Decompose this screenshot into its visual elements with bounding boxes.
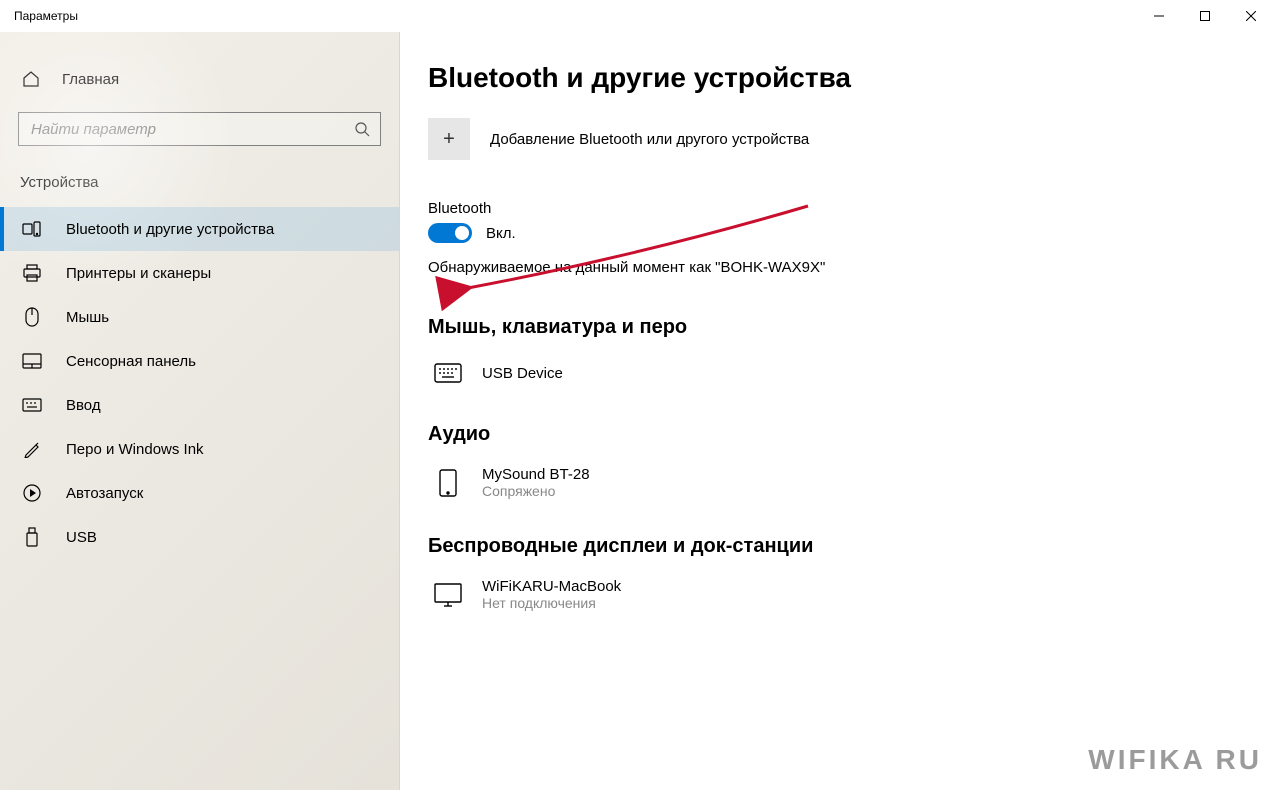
page-title: Bluetooth и другие устройства [428, 62, 1234, 94]
device-status: Нет подключения [482, 595, 621, 611]
search-input[interactable] [29, 120, 354, 139]
sidebar-category: Устройства [0, 164, 399, 207]
home-nav[interactable]: Главная [0, 60, 399, 98]
touchpad-icon [22, 351, 42, 371]
autoplay-icon [22, 483, 42, 503]
device-name: MySound BT-28 [482, 466, 590, 483]
sidebar-item-autoplay[interactable]: Автозапуск [0, 471, 399, 515]
section-header-displays: Беспроводные дисплеи и док-станции [428, 535, 1234, 558]
add-device-label: Добавление Bluetooth или другого устройс… [490, 131, 809, 148]
keyboard-icon [22, 395, 42, 415]
sidebar-item-label: Перо и Windows Ink [66, 441, 204, 458]
section-header-input: Мышь, клавиатура и перо [428, 316, 1234, 339]
phone-icon [434, 469, 462, 497]
sidebar-item-typing[interactable]: Ввод [0, 383, 399, 427]
watermark-text: WIFIKA RU [1088, 744, 1262, 776]
sidebar-item-label: Мышь [66, 309, 109, 326]
discoverable-text: Обнаруживаемое на данный момент как "BOH… [428, 259, 1234, 276]
device-row-audio[interactable]: MySound BT-28 Сопряжено [428, 458, 1234, 517]
add-device-button[interactable]: + Добавление Bluetooth или другого устро… [428, 118, 1234, 160]
sidebar-item-label: Принтеры и сканеры [66, 265, 211, 282]
sidebar-item-pen[interactable]: Перо и Windows Ink [0, 427, 399, 471]
minimize-button[interactable] [1136, 0, 1182, 32]
sidebar-item-mouse[interactable]: Мышь [0, 295, 399, 339]
plus-icon: + [428, 118, 470, 160]
bluetooth-toggle[interactable] [428, 223, 472, 243]
section-header-audio: Аудио [428, 423, 1234, 446]
usb-icon [22, 527, 42, 547]
watermark: WIFIKA RU [1088, 744, 1262, 776]
toggle-state-label: Вкл. [486, 225, 516, 242]
device-info: MySound BT-28 Сопряжено [482, 466, 590, 499]
device-info: WiFiKARU-MacBook Нет подключения [482, 578, 621, 611]
device-status: Сопряжено [482, 483, 590, 499]
sidebar-item-label: Ввод [66, 397, 101, 414]
devices-icon [22, 219, 42, 239]
device-info: USB Device [482, 365, 563, 382]
sidebar-item-bluetooth[interactable]: Bluetooth и другие устройства [0, 207, 399, 251]
device-name: USB Device [482, 365, 563, 382]
search-box[interactable] [18, 112, 381, 146]
monitor-icon [434, 581, 462, 609]
device-row-display[interactable]: WiFiKARU-MacBook Нет подключения [428, 570, 1234, 629]
device-row-usb[interactable]: USB Device [428, 351, 1234, 405]
window-controls [1136, 0, 1274, 32]
sidebar-item-label: Bluetooth и другие устройства [66, 221, 274, 238]
sidebar: Главная Устройства Bluetooth и другие ус… [0, 32, 400, 790]
maximize-button[interactable] [1182, 0, 1228, 32]
home-label: Главная [62, 71, 119, 88]
mouse-icon [22, 307, 42, 327]
bluetooth-toggle-row: Вкл. [428, 223, 1234, 243]
pen-icon [22, 439, 42, 459]
search-icon [354, 121, 370, 137]
sidebar-item-printers[interactable]: Принтеры и сканеры [0, 251, 399, 295]
device-name: WiFiKARU-MacBook [482, 578, 621, 595]
content-area: Bluetooth и другие устройства + Добавлен… [400, 32, 1274, 790]
sidebar-item-label: Сенсорная панель [66, 353, 196, 370]
printer-icon [22, 263, 42, 283]
titlebar: Параметры [0, 0, 1274, 32]
close-button[interactable] [1228, 0, 1274, 32]
sidebar-item-label: USB [66, 529, 97, 546]
window-title: Параметры [14, 9, 78, 23]
sidebar-item-touchpad[interactable]: Сенсорная панель [0, 339, 399, 383]
bluetooth-label: Bluetooth [428, 200, 1234, 217]
keyboard-icon [434, 359, 462, 387]
sidebar-item-usb[interactable]: USB [0, 515, 399, 559]
search-wrap [18, 112, 381, 146]
nav-list: Bluetooth и другие устройства Принтеры и… [0, 207, 399, 559]
sidebar-item-label: Автозапуск [66, 485, 143, 502]
home-icon [22, 70, 40, 88]
